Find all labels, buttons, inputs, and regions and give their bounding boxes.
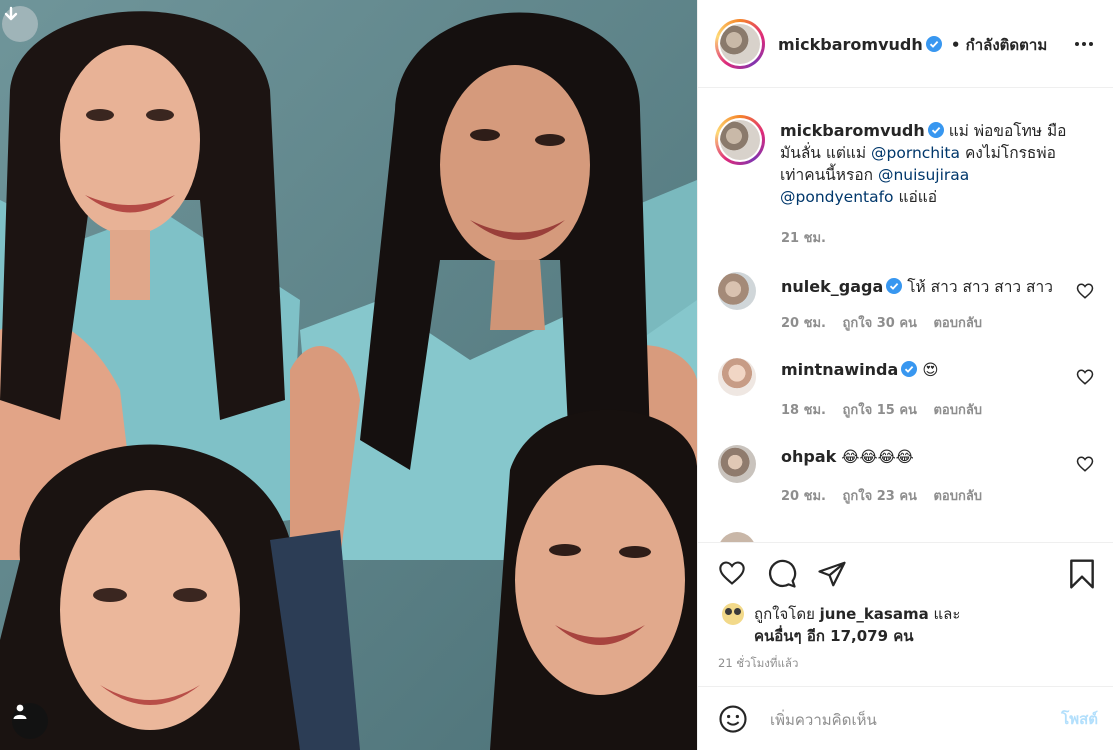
user-icon [13,704,27,719]
comment-like-icon[interactable] [1076,455,1094,473]
download-button[interactable] [2,6,38,42]
comment-icon[interactable] [767,559,797,589]
comment-text: 😍 [922,361,939,379]
likes-summary: ถูกใจโดย june_kasama และ คนอื่นๆ อีก 17,… [754,603,960,647]
verified-icon [901,361,918,377]
heart-icon[interactable] [717,559,747,587]
tagged-users-button[interactable] [12,703,48,739]
mention-link[interactable]: @pondyentafo [780,188,894,206]
verified-icon [927,122,944,138]
bookmark-icon[interactable] [1068,558,1096,590]
caption-time[interactable]: 21 ชม. [781,227,826,248]
more-options-button[interactable] [1074,34,1094,58]
comment-meta: 18 ชม. ถูกใจ 15 คน ตอบกลับ [781,399,994,420]
caption-text: แอ่แอ่ [893,188,938,206]
likers-avatar[interactable] [722,603,744,625]
reply-button[interactable]: ตอบกลับ [933,489,982,504]
post-photo-art [0,0,697,750]
post-time[interactable]: 21 ชั่วโมงที่แล้ว [718,655,798,673]
comment-likes[interactable]: ถูกใจ 15 คน [842,403,916,418]
share-icon[interactable] [817,559,847,589]
comment-text: โห้ สาว สาว สาว สาว [907,278,1053,296]
likes-prefix: ถูกใจโดย [754,605,820,623]
commenter-username[interactable]: ohpak [781,447,836,466]
post-actions: ถูกใจโดย june_kasama และ คนอื่นๆ อีก 17,… [698,542,1113,680]
caption-author-avatar[interactable] [715,115,765,165]
likes-count[interactable]: คนอื่นๆ อีก 17,079 คน [754,627,914,645]
verified-icon [925,36,942,52]
post-caption: mickbaromvudh แม่ พ่อขอโทษ มือมันลั่น แต… [780,120,1080,208]
caption-username[interactable]: mickbaromvudh [780,121,925,140]
post-comment-button[interactable]: โพสต์ [1061,707,1098,731]
comment-body: mintnawinda 😍 [781,360,938,379]
comment-time[interactable]: 20 ชม. [781,489,826,504]
add-comment-bar: โพสต์ [698,686,1113,750]
reply-button[interactable]: ตอบกลับ [933,403,982,418]
author-avatar[interactable] [715,19,765,69]
reply-button[interactable]: ตอบกลับ [933,316,982,331]
emoji-icon[interactable] [718,704,748,734]
commenter-username[interactable]: mintnawinda [781,360,898,379]
comment-meta: 20 ชม. ถูกใจ 23 คน ตอบกลับ [781,485,994,506]
comment-like-icon[interactable] [1076,282,1094,300]
comment-like-icon[interactable] [1076,368,1094,386]
comment-body: nulek_gaga โห้ สาว สาว สาว สาว [781,274,1053,299]
comment-time[interactable]: 18 ชม. [781,403,826,418]
comment-text: 😂😂😂😂 [841,448,914,466]
follow-status[interactable]: • กำลังติดตาม [951,36,1047,54]
post-side-panel: mickbaromvudh • กำลังติดตาม mickbaromvud… [697,0,1113,750]
author-username[interactable]: mickbaromvudh [778,35,923,54]
comment-body: ohpak 😂😂😂😂 [781,447,914,466]
commenter-avatar[interactable] [718,532,756,542]
likes-and: และ [928,605,961,623]
commenter-avatar[interactable] [718,445,756,483]
mention-link[interactable]: @nuisujiraa [878,166,969,184]
commenter-username[interactable]: nulek_gaga [781,277,883,296]
more-options-icon [1075,42,1093,46]
post-header: mickbaromvudh • กำลังติดตาม [698,0,1113,88]
comment-time[interactable]: 20 ชม. [781,316,826,331]
header-user: mickbaromvudh • กำลังติดตาม [778,33,1047,57]
commenter-avatar[interactable] [718,358,756,396]
post-image[interactable] [0,0,697,750]
comment-input[interactable] [768,705,1032,735]
comments-scroll-area[interactable]: mickbaromvudh แม่ พ่อขอโทษ มือมันลั่น แต… [698,88,1113,542]
commenter-avatar[interactable] [718,272,756,310]
comment-likes[interactable]: ถูกใจ 30 คน [842,316,916,331]
verified-icon [886,278,903,294]
download-icon [4,6,18,21]
liker-username[interactable]: june_kasama [820,605,929,623]
comment-meta: 20 ชม. ถูกใจ 30 คน ตอบกลับ [781,312,994,333]
comment-likes[interactable]: ถูกใจ 23 คน [842,489,916,504]
mention-link[interactable]: @pornchita [871,144,960,162]
